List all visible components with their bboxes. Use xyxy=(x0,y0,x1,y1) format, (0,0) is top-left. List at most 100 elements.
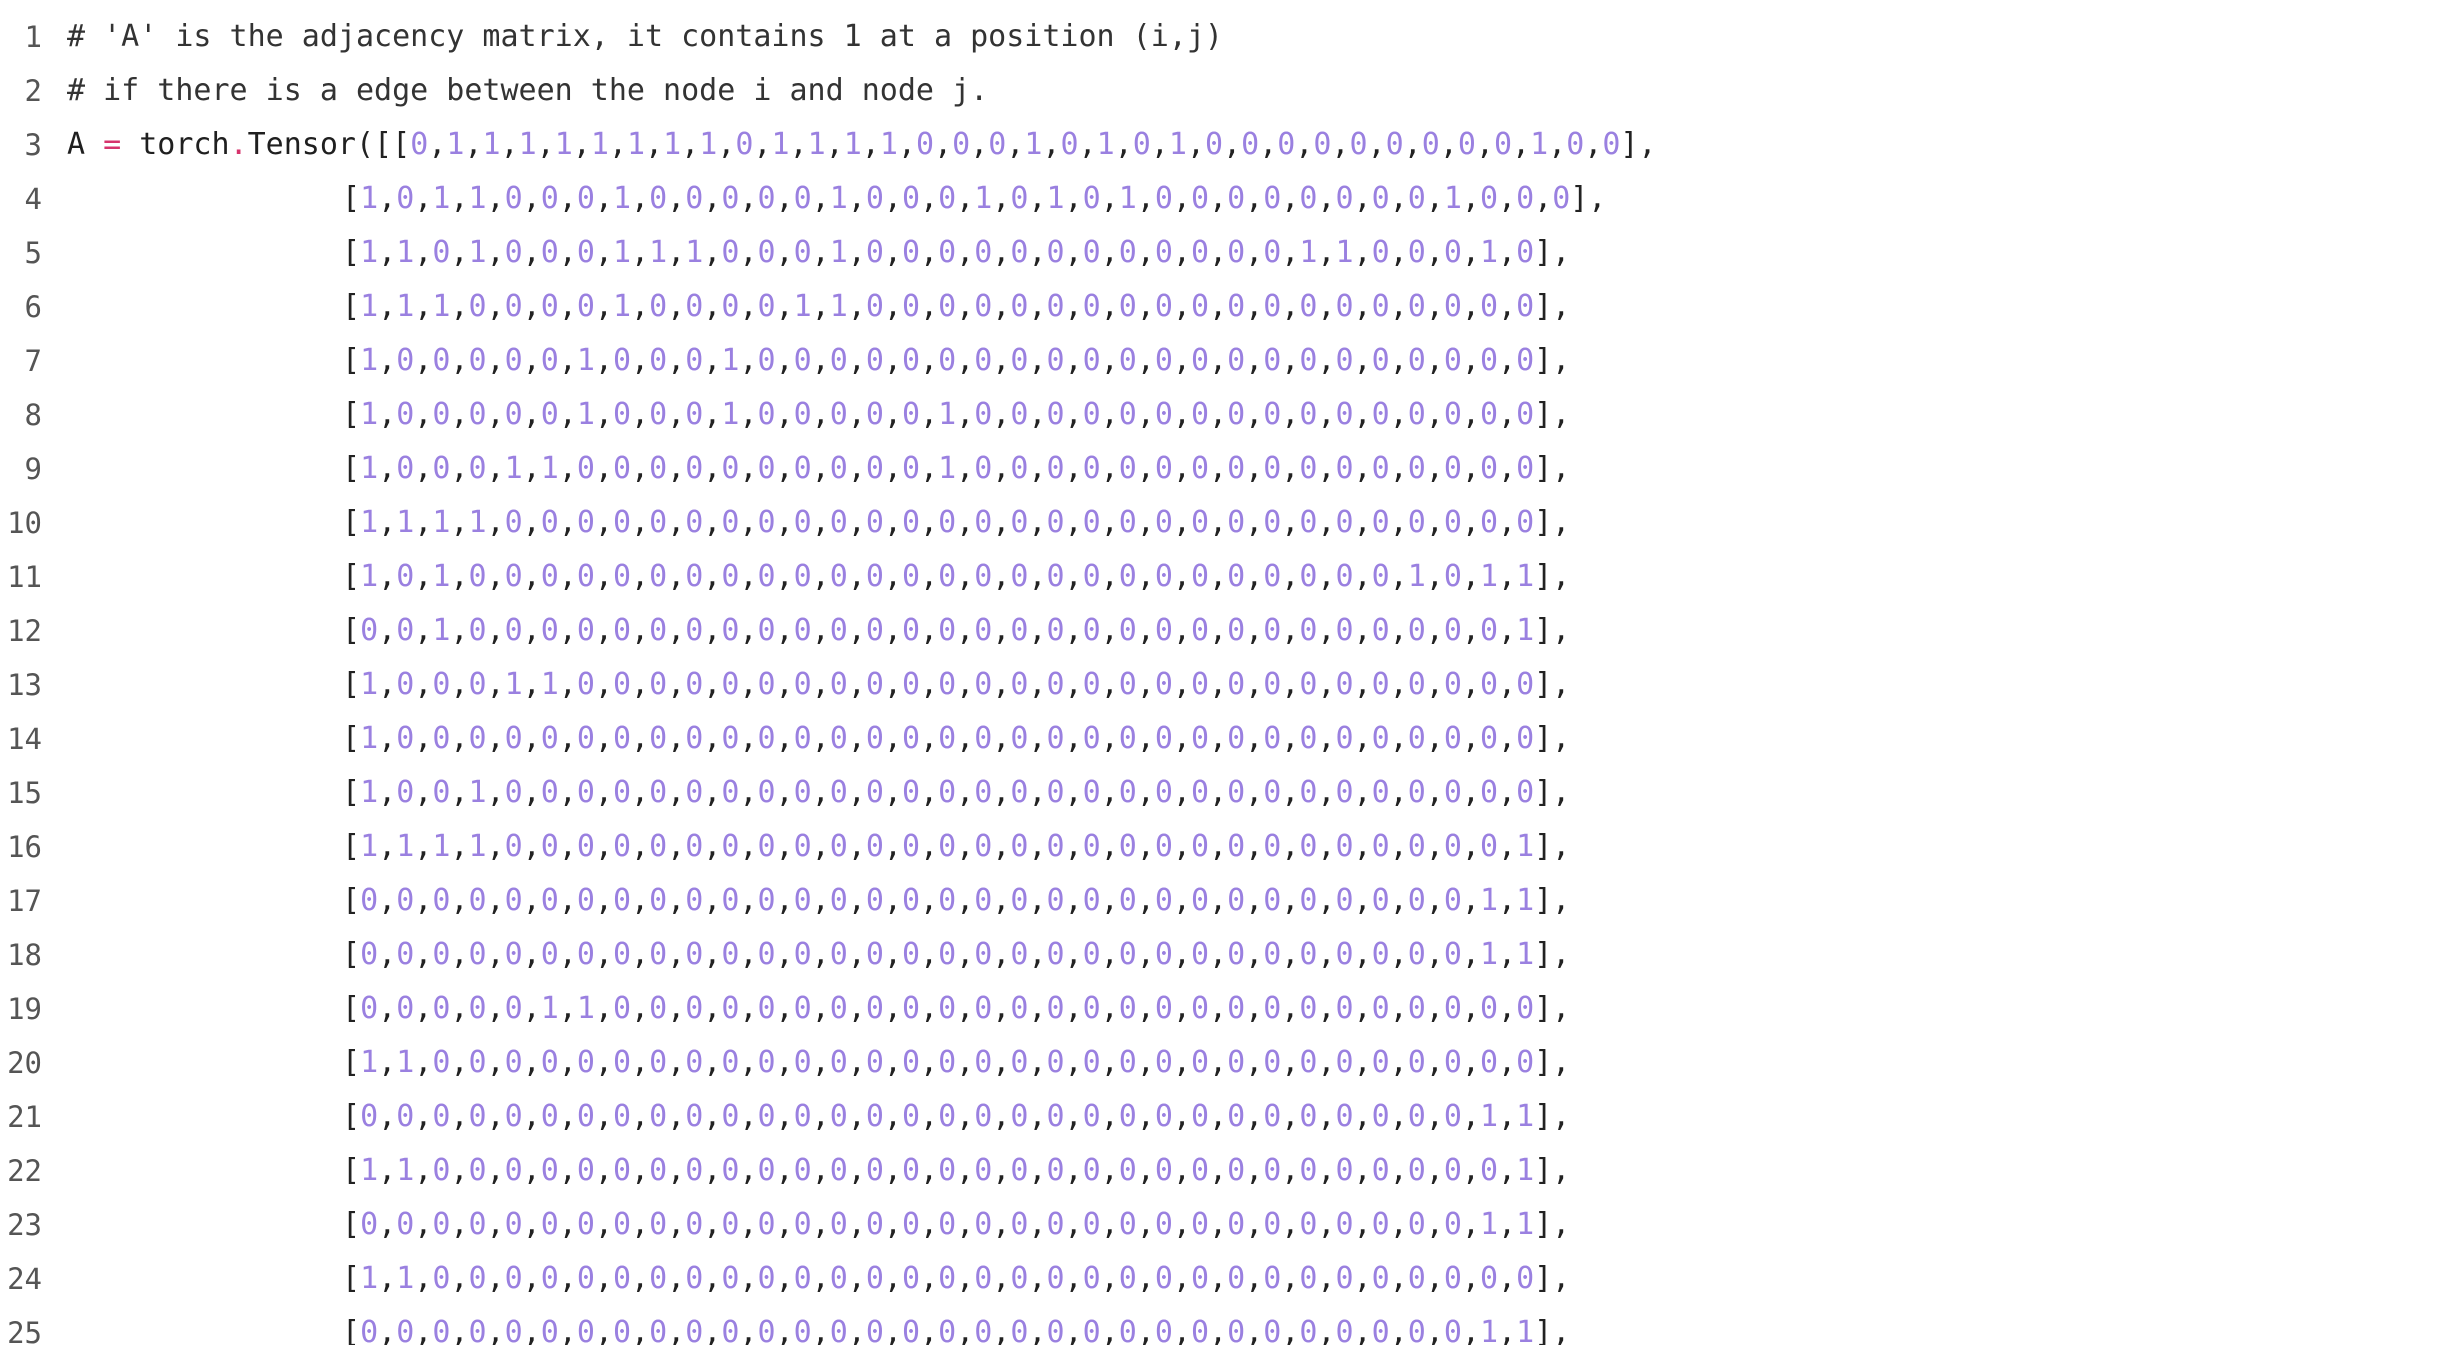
code-line[interactable]: 12 [0,0,1,0,0,0,0,0,0,0,0,0,0,0,0,0,0,0,0… xyxy=(0,604,2448,658)
comma: , xyxy=(1028,667,1047,702)
code-editor[interactable]: 1 # 'A' is the adjacency matrix, it conta… xyxy=(0,0,2448,1345)
matrix-value: 0 xyxy=(1118,1261,1137,1296)
matrix-value: 1 xyxy=(360,235,379,270)
matrix-value: 1 xyxy=(685,235,704,270)
code-text: [1,1,1,1,0,0,0,0,0,0,0,0,0,0,0,0,0,0,0,0… xyxy=(342,496,1570,550)
comma: , xyxy=(1172,1099,1191,1134)
matrix-value: 0 xyxy=(540,1315,559,1345)
comma: , xyxy=(1281,289,1300,324)
matrix-value: 0 xyxy=(1046,1099,1065,1134)
comma: , xyxy=(1389,1315,1408,1345)
code-line[interactable]: 6 [1,1,1,0,0,0,0,1,0,0,0,0,1,1,0,0,0,0,0,… xyxy=(0,280,2448,334)
comma: , xyxy=(1028,775,1047,810)
matrix-value: 0 xyxy=(901,559,920,594)
code-text: [0,0,0,0,0,0,0,0,0,0,0,0,0,0,0,0,0,0,0,0… xyxy=(342,1090,1570,1144)
code-line[interactable]: 25 [0,0,0,0,0,0,0,0,0,0,0,0,0,0,0,0,0,0,0… xyxy=(0,1306,2448,1345)
code-line[interactable]: 20 [1,1,0,0,0,0,0,0,0,0,0,0,0,0,0,0,0,0,0… xyxy=(0,1036,2448,1090)
matrix-value: 1 xyxy=(1407,559,1426,594)
code-line[interactable]: 10 [1,1,1,1,0,0,0,0,0,0,0,0,0,0,0,0,0,0,0… xyxy=(0,496,2448,550)
comma: , xyxy=(1064,343,1083,378)
matrix-value: 0 xyxy=(1371,559,1390,594)
matrix-value: 1 xyxy=(446,127,465,162)
comma: , xyxy=(703,829,722,864)
comma: , xyxy=(1064,937,1083,972)
comma: , xyxy=(1209,1099,1228,1134)
close-bracket: ], xyxy=(1534,1045,1571,1080)
matrix-value: 1 xyxy=(649,235,668,270)
matrix-value: 0 xyxy=(1046,613,1065,648)
comma: , xyxy=(1172,937,1191,972)
matrix-value: 0 xyxy=(1371,991,1390,1026)
comma: , xyxy=(1498,505,1517,540)
comma: , xyxy=(1172,1315,1191,1345)
matrix-value: 0 xyxy=(1407,1207,1426,1242)
matrix-value: 0 xyxy=(1407,1153,1426,1188)
code-line[interactable]: 23 [0,0,0,0,0,0,0,0,0,0,0,0,0,0,0,0,0,0,0… xyxy=(0,1198,2448,1252)
comma: , xyxy=(667,613,686,648)
code-line[interactable]: 3A = torch.Tensor([[0,1,1,1,1,1,1,1,1,0,… xyxy=(0,118,2448,172)
comma: , xyxy=(1028,343,1047,378)
comma: , xyxy=(1172,235,1191,270)
code-line[interactable]: 9 [1,0,0,0,1,1,0,0,0,0,0,0,0,0,0,0,1,0,0,… xyxy=(0,442,2448,496)
code-line[interactable]: 2 # if there is a edge between the node i… xyxy=(0,64,2448,118)
comma: , xyxy=(1245,775,1264,810)
code-line[interactable]: 21 [0,0,0,0,0,0,0,0,0,0,0,0,0,0,0,0,0,0,0… xyxy=(0,1090,2448,1144)
code-line[interactable]: 18 [0,0,0,0,0,0,0,0,0,0,0,0,0,0,0,0,0,0,0… xyxy=(0,928,2448,982)
matrix-value: 0 xyxy=(829,613,848,648)
comma: , xyxy=(1353,991,1372,1026)
comma: , xyxy=(522,1261,541,1296)
code-line[interactable]: 8 [1,0,0,0,0,0,1,0,0,0,1,0,0,0,0,0,1,0,0,… xyxy=(0,388,2448,442)
comma: , xyxy=(1534,181,1553,216)
matrix-value: 1 xyxy=(1516,829,1535,864)
comma: , xyxy=(703,505,722,540)
matrix-value: 0 xyxy=(901,829,920,864)
matrix-value: 0 xyxy=(757,343,776,378)
matrix-value: 0 xyxy=(721,451,740,486)
code-line[interactable]: 24 [1,1,0,0,0,0,0,0,0,0,0,0,0,0,0,0,0,0,0… xyxy=(0,1252,2448,1306)
comma: , xyxy=(703,883,722,918)
code-line[interactable]: 4 [1,0,1,1,0,0,0,1,0,0,0,0,0,1,0,0,0,1,0,… xyxy=(0,172,2448,226)
matrix-value: 0 xyxy=(576,1315,595,1345)
matrix-value: 0 xyxy=(1299,991,1318,1026)
code-line[interactable]: 17 [0,0,0,0,0,0,0,0,0,0,0,0,0,0,0,0,0,0,0… xyxy=(0,874,2448,928)
matrix-value: 0 xyxy=(1516,991,1535,1026)
code-line[interactable]: 16 [1,1,1,1,0,0,0,0,0,0,0,0,0,0,0,0,0,0,0… xyxy=(0,820,2448,874)
matrix-value: 0 xyxy=(793,1099,812,1134)
comma: , xyxy=(1245,883,1264,918)
comma: , xyxy=(992,1045,1011,1080)
matrix-value: 0 xyxy=(1407,235,1426,270)
comma: , xyxy=(1100,937,1119,972)
matrix-value: 0 xyxy=(901,991,920,1026)
comma: , xyxy=(667,1099,686,1134)
comma: , xyxy=(1389,1207,1408,1242)
comma: , xyxy=(1498,1315,1517,1345)
comma: , xyxy=(775,829,794,864)
matrix-value: 0 xyxy=(974,991,993,1026)
comma: , xyxy=(811,667,830,702)
matrix-value: 0 xyxy=(793,559,812,594)
matrix-value: 0 xyxy=(721,937,740,972)
code-line[interactable]: 5 [1,1,0,1,0,0,0,1,1,1,0,0,0,1,0,0,0,0,0,… xyxy=(0,226,2448,280)
matrix-value: 0 xyxy=(1154,829,1173,864)
code-line[interactable]: 1 # 'A' is the adjacency matrix, it conta… xyxy=(0,10,2448,64)
matrix-value: 0 xyxy=(757,397,776,432)
comma: , xyxy=(1064,1261,1083,1296)
comma: , xyxy=(1209,451,1228,486)
code-line[interactable]: 19 [0,0,0,0,0,1,1,0,0,0,0,0,0,0,0,0,0,0,0… xyxy=(0,982,2448,1036)
code-line[interactable]: 14 [1,0,0,0,0,0,0,0,0,0,0,0,0,0,0,0,0,0,0… xyxy=(0,712,2448,766)
matrix-value: 0 xyxy=(612,883,631,918)
comma: , xyxy=(1209,1315,1228,1345)
comma: , xyxy=(631,1153,650,1188)
comma: , xyxy=(920,397,939,432)
code-line[interactable]: 13 [1,0,0,0,1,1,0,0,0,0,0,0,0,0,0,0,0,0,0… xyxy=(0,658,2448,712)
matrix-value: 0 xyxy=(1516,775,1535,810)
matrix-value: 0 xyxy=(901,451,920,486)
matrix-value: 1 xyxy=(360,721,379,756)
code-line[interactable]: 7 [1,0,0,0,0,0,1,0,0,0,1,0,0,0,0,0,0,0,0,… xyxy=(0,334,2448,388)
code-line[interactable]: 15 [1,0,0,1,0,0,0,0,0,0,0,0,0,0,0,0,0,0,0… xyxy=(0,766,2448,820)
code-line[interactable]: 22 [1,1,0,0,0,0,0,0,0,0,0,0,0,0,0,0,0,0,0… xyxy=(0,1144,2448,1198)
comma: , xyxy=(1317,289,1336,324)
matrix-value: 0 xyxy=(1263,505,1282,540)
code-line[interactable]: 11 [1,0,1,0,0,0,0,0,0,0,0,0,0,0,0,0,0,0,0… xyxy=(0,550,2448,604)
matrix-value: 0 xyxy=(360,883,379,918)
